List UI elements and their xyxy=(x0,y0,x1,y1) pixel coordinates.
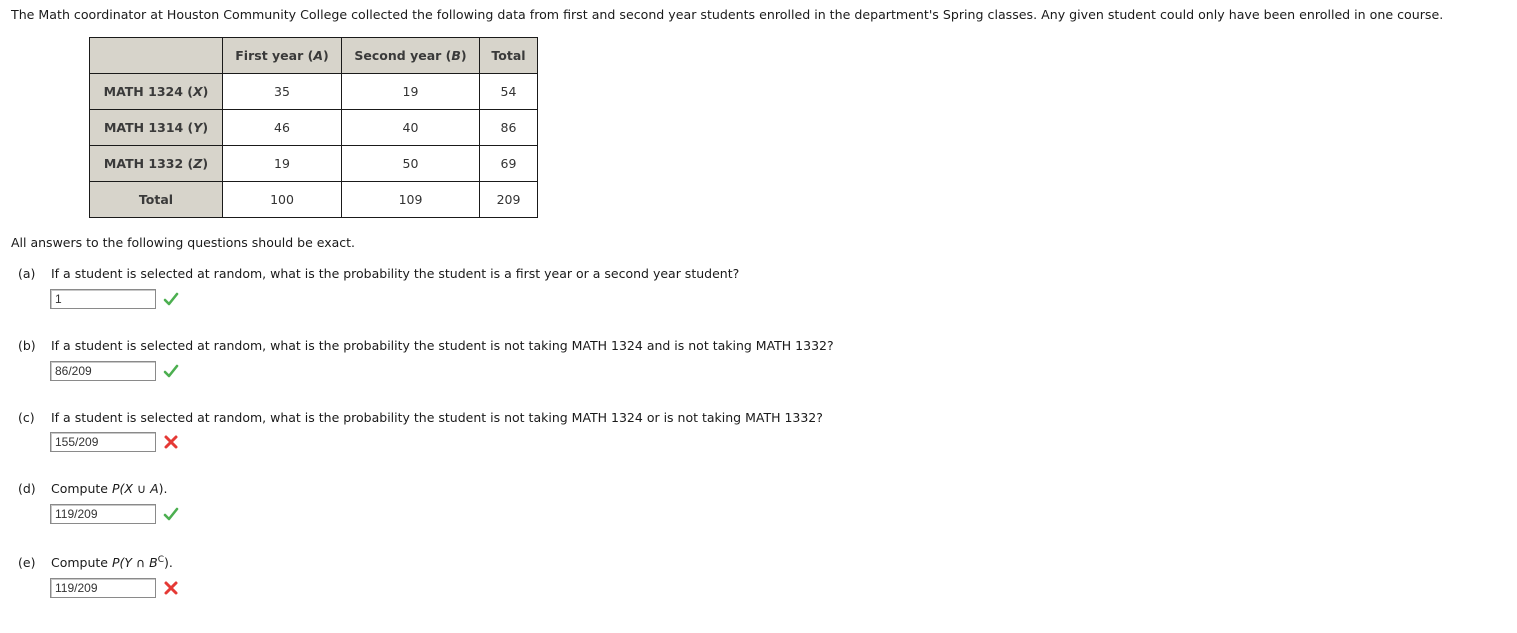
checkmark-icon xyxy=(163,506,179,522)
row-header-math-1314: MATH 1314 (Y) xyxy=(89,109,223,146)
table-row: MATH 1332 (Z) 19 50 69 xyxy=(89,145,538,182)
question-label: (c) xyxy=(18,410,35,425)
answer-input-e[interactable]: 119/209 xyxy=(50,578,156,598)
answer-input-c[interactable]: 155/209 xyxy=(50,432,156,452)
table-total-row: Total 100 109 209 xyxy=(89,181,538,218)
row-header-total: Total xyxy=(89,181,223,218)
question-b: (b) If a student is selected at random, w… xyxy=(18,338,834,353)
table-cell: 109 xyxy=(341,181,480,218)
exact-answers-note: All answers to the following questions s… xyxy=(11,235,356,250)
question-label: (b) xyxy=(18,338,36,353)
question-c: (c) If a student is selected at random, w… xyxy=(18,410,823,425)
table-cell: 35 xyxy=(222,73,342,110)
table-cell: 50 xyxy=(341,145,480,182)
table-cell: 69 xyxy=(479,145,538,182)
answer-input-a[interactable]: 1 xyxy=(50,289,156,309)
cross-icon xyxy=(163,580,179,596)
data-table: First year (A) Second year (B) Total MAT… xyxy=(89,37,538,218)
answer-a: 1 xyxy=(50,289,179,309)
table-row: MATH 1314 (Y) 46 40 86 xyxy=(89,109,538,146)
answer-input-d[interactable]: 119/209 xyxy=(50,504,156,524)
answer-d: 119/209 xyxy=(50,504,179,524)
table-cell: 40 xyxy=(341,109,480,146)
question-label: (e) xyxy=(18,555,36,571)
table-cell: 19 xyxy=(222,145,342,182)
answer-c: 155/209 xyxy=(50,432,179,452)
answer-input-b[interactable]: 86/209 xyxy=(50,361,156,381)
table-cell: 86 xyxy=(479,109,538,146)
question-label: (d) xyxy=(18,481,36,496)
table-header-row: First year (A) Second year (B) Total xyxy=(89,37,538,74)
column-header-total: Total xyxy=(479,37,538,74)
answer-b: 86/209 xyxy=(50,361,179,381)
question-d: (d) Compute P(X ∪ A). xyxy=(18,481,168,496)
question-text: If a student is selected at random, what… xyxy=(51,410,823,425)
checkmark-icon xyxy=(163,363,179,379)
column-header-first-year: First year (A) xyxy=(222,37,342,74)
question-label: (a) xyxy=(18,266,36,281)
table-corner-cell xyxy=(89,37,223,74)
table-row: MATH 1324 (X) 35 19 54 xyxy=(89,73,538,110)
question-a: (a) If a student is selected at random, w… xyxy=(18,266,739,281)
question-text: If a student is selected at random, what… xyxy=(51,338,834,353)
table-cell: 19 xyxy=(341,73,480,110)
question-e: (e) Compute P(Y ∩ BC). xyxy=(18,555,173,570)
problem-intro: The Math coordinator at Houston Communit… xyxy=(11,7,1444,22)
checkmark-icon xyxy=(163,291,179,307)
table-cell: 100 xyxy=(222,181,342,218)
question-text: If a student is selected at random, what… xyxy=(51,266,740,281)
question-text: Compute P(Y ∩ BC). xyxy=(51,555,173,571)
table-cell: 46 xyxy=(222,109,342,146)
cross-icon xyxy=(163,434,179,450)
table-cell: 209 xyxy=(479,181,538,218)
question-text: Compute P(X ∪ A). xyxy=(51,481,168,496)
answer-e: 119/209 xyxy=(50,578,179,598)
row-header-math-1332: MATH 1332 (Z) xyxy=(89,145,223,182)
table-cell: 54 xyxy=(479,73,538,110)
column-header-second-year: Second year (B) xyxy=(341,37,480,74)
row-header-math-1324: MATH 1324 (X) xyxy=(89,73,223,110)
